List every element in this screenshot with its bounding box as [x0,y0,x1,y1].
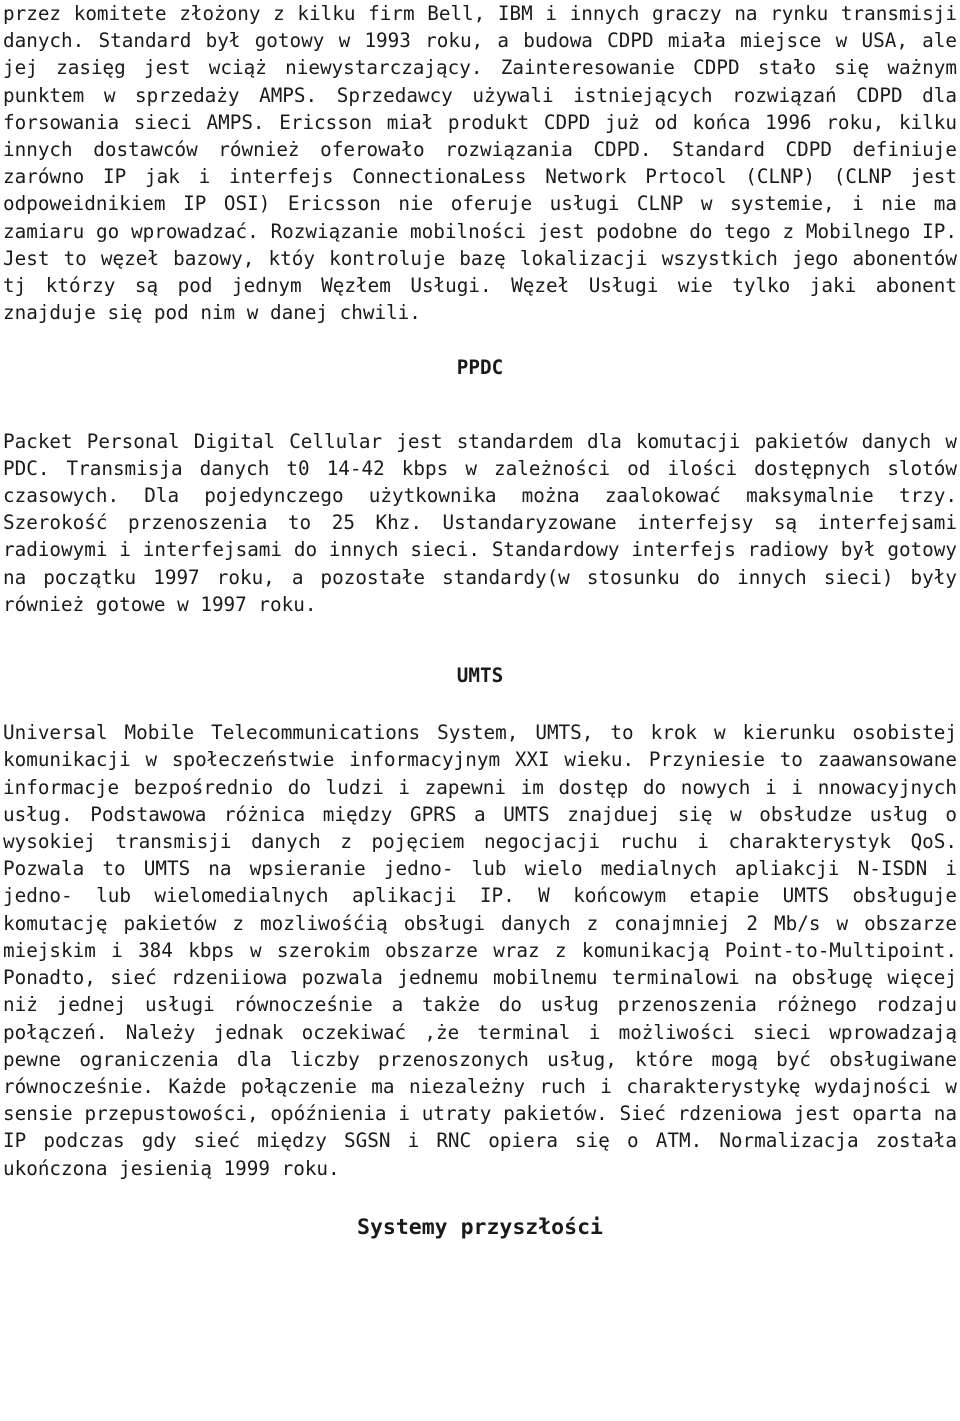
heading-ppdc: PPDC [456,356,504,380]
paragraph-ppdc-body: Packet Personal Digital Cellular jest st… [3,429,957,616]
spacer-after-umts-heading [3,689,957,719]
paragraph-cdpd-continued: przez komitete złożony z kilku firm Bell… [3,2,957,325]
spacer-before-future-systems-heading [3,1182,957,1214]
spacer-before-ppdc-heading [3,326,957,354]
heading-umts: UMTS [456,664,504,688]
spacer-after-ppdc-heading [3,382,957,428]
heading-future-systems: Systemy przyszłości [357,1214,603,1240]
spacer-before-umts-heading [3,618,957,662]
paragraph-umts-body: Universal Mobile Telecommunications Syst… [3,721,957,1180]
document-page: przez komitete złożony z kilku firm Bell… [0,0,960,1421]
